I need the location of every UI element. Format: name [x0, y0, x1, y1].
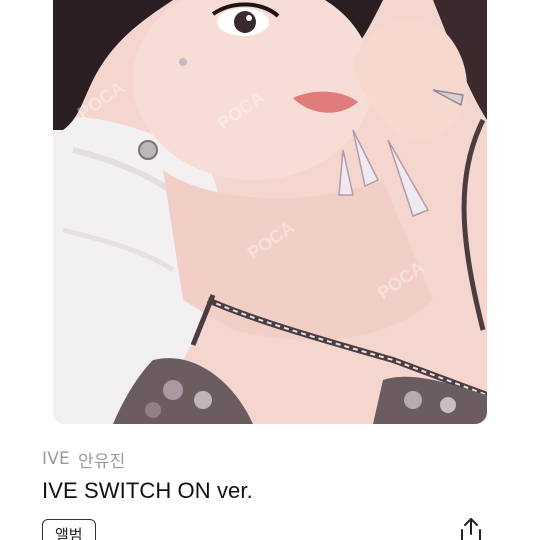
category-badge-label: 앨범	[55, 525, 83, 540]
share-icon	[461, 518, 481, 540]
item-title: IVE SWITCH ON ver.	[42, 478, 253, 503]
category-badge: 앨범	[42, 519, 96, 540]
photocard-image[interactable]: POCA POCA POCA POCA	[53, 0, 487, 424]
photocard-illustration: POCA POCA POCA POCA	[53, 0, 487, 424]
artist-row: IVE 안유진	[42, 447, 126, 472]
item-detail-page: POCA POCA POCA POCA IVE 안유진 IVE SWITCH O…	[0, 0, 540, 540]
share-button[interactable]	[454, 516, 488, 540]
member-name[interactable]: 안유진	[78, 447, 126, 472]
group-name[interactable]: IVE	[42, 449, 70, 469]
